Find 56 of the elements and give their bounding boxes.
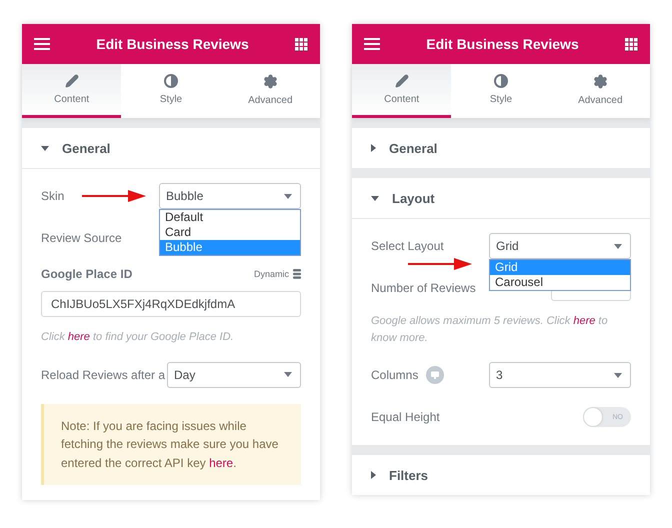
grid-icon[interactable] <box>624 38 638 50</box>
grid-icon[interactable] <box>294 38 308 50</box>
here-link[interactable]: here <box>209 456 234 470</box>
panel-tab[interactable]: Style <box>451 64 551 118</box>
caret-icon <box>284 372 292 377</box>
section-header[interactable]: Filters <box>352 455 650 495</box>
section-header[interactable]: Layout <box>352 178 650 219</box>
annotation-arrow <box>82 190 146 202</box>
field-label: Reload Reviews after a <box>41 368 166 382</box>
pencil-icon <box>394 74 409 88</box>
dropdown-option[interactable]: Grid <box>490 260 630 275</box>
field-label: Columns <box>371 366 444 384</box>
caret-icon <box>614 244 622 248</box>
select-field[interactable]: 3 <box>489 362 631 388</box>
caret-icon <box>284 194 292 198</box>
caret-right-icon <box>371 471 376 479</box>
text-field[interactable]: ChIJBUo5LX5FXj4RqXDEdkjfdmA <box>41 291 301 317</box>
select-field[interactable]: Day <box>167 362 301 388</box>
contrast-icon <box>494 74 508 88</box>
field-label: Select Layout <box>371 239 444 253</box>
section-header[interactable]: General <box>352 128 650 168</box>
gear-icon <box>262 74 278 88</box>
database-icon <box>293 269 301 279</box>
panel-title: Edit Business Reviews <box>426 36 579 52</box>
field-label: Equal Height <box>371 410 440 424</box>
dynamic-label[interactable]: Dynamic <box>254 269 301 279</box>
monitor-icon <box>426 366 444 384</box>
panel-tab[interactable]: Content <box>22 64 122 118</box>
annotation-arrow <box>408 258 472 270</box>
panel-tab[interactable]: Advanced <box>550 64 650 118</box>
section-header[interactable]: General <box>22 128 320 169</box>
caret-down-icon <box>41 146 49 150</box>
here-link[interactable]: here <box>573 315 596 327</box>
caret-right-icon <box>371 144 376 152</box>
menu-icon[interactable] <box>34 38 50 50</box>
field-label: Review Source <box>41 231 122 245</box>
panel-tab[interactable]: Content <box>352 64 452 118</box>
caret-down-icon <box>371 196 379 200</box>
panel-tab[interactable]: Advanced <box>220 64 320 118</box>
help-text: Google allows maximum 5 reviews. Click here to know more. <box>371 314 609 346</box>
field-label: Skin <box>41 189 64 203</box>
gear-icon <box>592 74 608 88</box>
contrast-icon <box>164 74 178 88</box>
note-text: Note: If you are facing issues while fetching the reviews make sure you have entered the correct API key here. <box>41 404 301 486</box>
field-label: Number of Reviews <box>371 281 476 295</box>
panel-title: Edit Business Reviews <box>96 36 249 52</box>
select-field[interactable]: Bubble <box>159 183 301 209</box>
help-text: Click here to find your Google Place ID. <box>41 330 235 345</box>
dropdown-option[interactable]: Bubble <box>160 240 300 255</box>
caret-icon <box>614 372 622 378</box>
panel-tab[interactable]: Style <box>121 64 221 118</box>
pencil-icon <box>64 74 79 88</box>
field-label: Google Place ID <box>41 267 132 281</box>
select-field[interactable]: Grid <box>489 233 631 259</box>
here-link[interactable]: here <box>68 331 90 343</box>
menu-icon[interactable] <box>364 38 380 50</box>
